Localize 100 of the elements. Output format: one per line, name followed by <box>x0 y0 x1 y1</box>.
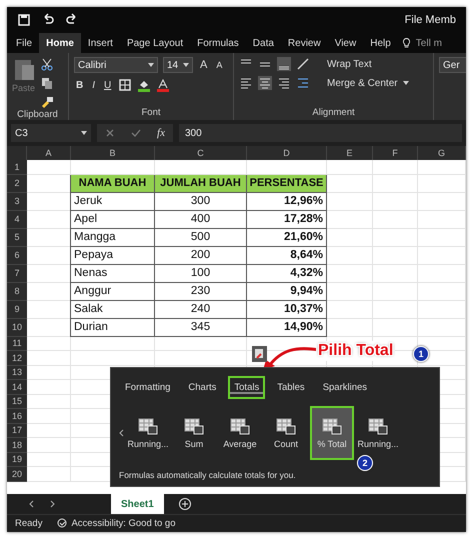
row-header[interactable]: 4 <box>7 210 27 228</box>
column-header[interactable]: G <box>418 146 466 160</box>
ribbon-tab[interactable]: Formulas <box>190 33 246 53</box>
header-cell: NAMA BUAH <box>70 174 155 192</box>
totals-option[interactable]: Average <box>218 406 262 460</box>
ribbon-tab[interactable]: Insert <box>80 33 120 53</box>
align-center-icon[interactable] <box>258 76 272 90</box>
chevron-left-icon[interactable] <box>119 429 124 437</box>
table-icon <box>322 417 342 435</box>
merge-center-button[interactable]: Merge & Center <box>327 78 398 88</box>
align-bottom-icon[interactable] <box>277 57 291 71</box>
row-header[interactable]: 5 <box>7 228 27 246</box>
table-icon <box>368 417 388 435</box>
table-cell: Apel <box>70 210 155 228</box>
format-painter-icon[interactable] <box>40 95 54 109</box>
font-size-dropdown[interactable]: 14 <box>163 57 193 73</box>
ribbon-tab[interactable]: File <box>9 33 40 53</box>
copy-icon[interactable] <box>40 76 54 90</box>
caret-icon[interactable] <box>81 131 87 135</box>
shrink-font-button[interactable]: A <box>214 60 224 70</box>
empty-cell <box>418 246 466 264</box>
table-icon <box>230 417 250 435</box>
totals-option[interactable]: Count <box>264 406 308 460</box>
cancel-icon[interactable] <box>105 128 115 138</box>
row-header[interactable]: 11 <box>7 336 27 351</box>
ribbon-tab[interactable]: Home <box>39 33 81 53</box>
bold-button[interactable]: B <box>74 80 86 90</box>
font-name-dropdown[interactable]: Calibri <box>74 57 158 73</box>
totals-option[interactable]: Sum <box>172 406 216 460</box>
borders-icon[interactable] <box>118 78 132 92</box>
totals-option[interactable]: % Total <box>310 406 354 460</box>
table-cell: 300 <box>155 192 247 210</box>
caret-icon[interactable] <box>183 63 189 67</box>
column-header[interactable]: F <box>373 146 418 160</box>
row-header[interactable]: 16 <box>7 409 27 424</box>
caret-icon[interactable] <box>148 63 154 67</box>
align-right-icon[interactable] <box>277 76 291 90</box>
row-header[interactable]: 13 <box>7 366 27 380</box>
ribbon-tab[interactable]: View <box>328 33 364 53</box>
row-header[interactable]: 10 <box>7 318 27 336</box>
row-header[interactable]: 9 <box>7 300 27 318</box>
empty-cell <box>327 210 373 228</box>
formula-input[interactable]: 300 <box>179 124 462 142</box>
caret-icon[interactable] <box>402 81 409 85</box>
quick-analysis-icon[interactable] <box>252 346 267 362</box>
column-header[interactable]: C <box>155 146 247 160</box>
column-header[interactable]: E <box>327 146 373 160</box>
row-header[interactable]: 12 <box>7 351 27 366</box>
orientation-icon[interactable] <box>296 57 310 71</box>
row-header[interactable]: 7 <box>7 264 27 282</box>
table-cell: 100 <box>155 264 247 282</box>
panel-description: Formulas automatically calculate totals for you. <box>119 470 297 480</box>
row-header[interactable]: 2 <box>7 174 27 192</box>
ribbon-tab[interactable]: Data <box>246 33 281 53</box>
check-icon[interactable] <box>131 128 142 138</box>
number-format-dropdown[interactable]: Ger <box>439 57 466 73</box>
ribbon-tab[interactable]: Review <box>280 33 328 53</box>
empty-cell <box>373 246 418 264</box>
table-cell: Nenas <box>70 264 155 282</box>
ribbon-tab[interactable]: Page Layout <box>120 33 190 53</box>
sheet-tab[interactable]: Sheet1 <box>111 494 164 514</box>
save-icon[interactable] <box>17 13 31 27</box>
column-header[interactable]: B <box>71 146 155 160</box>
row-header[interactable]: 8 <box>7 282 27 300</box>
panel-tab[interactable]: Totals <box>228 376 266 398</box>
indent-icon[interactable] <box>296 76 310 90</box>
column-header[interactable]: A <box>27 146 71 160</box>
grow-font-button[interactable]: A <box>198 59 210 71</box>
row-header[interactable]: 3 <box>7 192 27 210</box>
wrap-text-button[interactable]: Wrap Text <box>327 58 372 70</box>
row-header[interactable]: 18 <box>7 438 27 452</box>
name-box[interactable]: C3 <box>11 124 91 142</box>
accessibility-status[interactable]: Accessibility: Good to go <box>56 518 176 529</box>
window-title: File Memb <box>404 14 456 26</box>
table-icon <box>276 417 296 435</box>
table-cell: Anggur <box>70 282 155 300</box>
italic-button[interactable]: I <box>90 80 98 90</box>
row-header[interactable]: 1 <box>7 160 27 174</box>
underline-button[interactable]: U <box>102 80 114 90</box>
row-header[interactable]: 17 <box>7 424 27 438</box>
totals-option[interactable]: Running... <box>126 406 170 460</box>
callout-text: Pilih Total <box>316 341 396 361</box>
panel-tab[interactable]: Formatting <box>119 376 176 398</box>
row-header[interactable]: 15 <box>7 394 27 409</box>
align-left-icon[interactable] <box>239 76 253 90</box>
font-color-icon[interactable] <box>156 78 170 92</box>
row-header[interactable]: 20 <box>7 467 27 482</box>
ribbon-tab[interactable]: Help <box>363 33 398 53</box>
column-header[interactable]: D <box>247 146 327 160</box>
table-cell: 8,64% <box>247 246 327 264</box>
scissors-icon[interactable] <box>40 57 54 71</box>
tell-me-search[interactable]: Tell m <box>398 33 446 53</box>
panel-tab[interactable]: Tables <box>271 376 311 398</box>
row-header[interactable]: 19 <box>7 452 27 467</box>
row-header[interactable]: 6 <box>7 246 27 264</box>
row-header[interactable]: 14 <box>7 380 27 394</box>
panel-tab[interactable]: Sparklines <box>316 376 374 398</box>
panel-tab[interactable]: Charts <box>182 376 222 398</box>
insert-function-button[interactable]: fx <box>157 127 165 139</box>
fill-color-icon[interactable] <box>137 78 152 92</box>
